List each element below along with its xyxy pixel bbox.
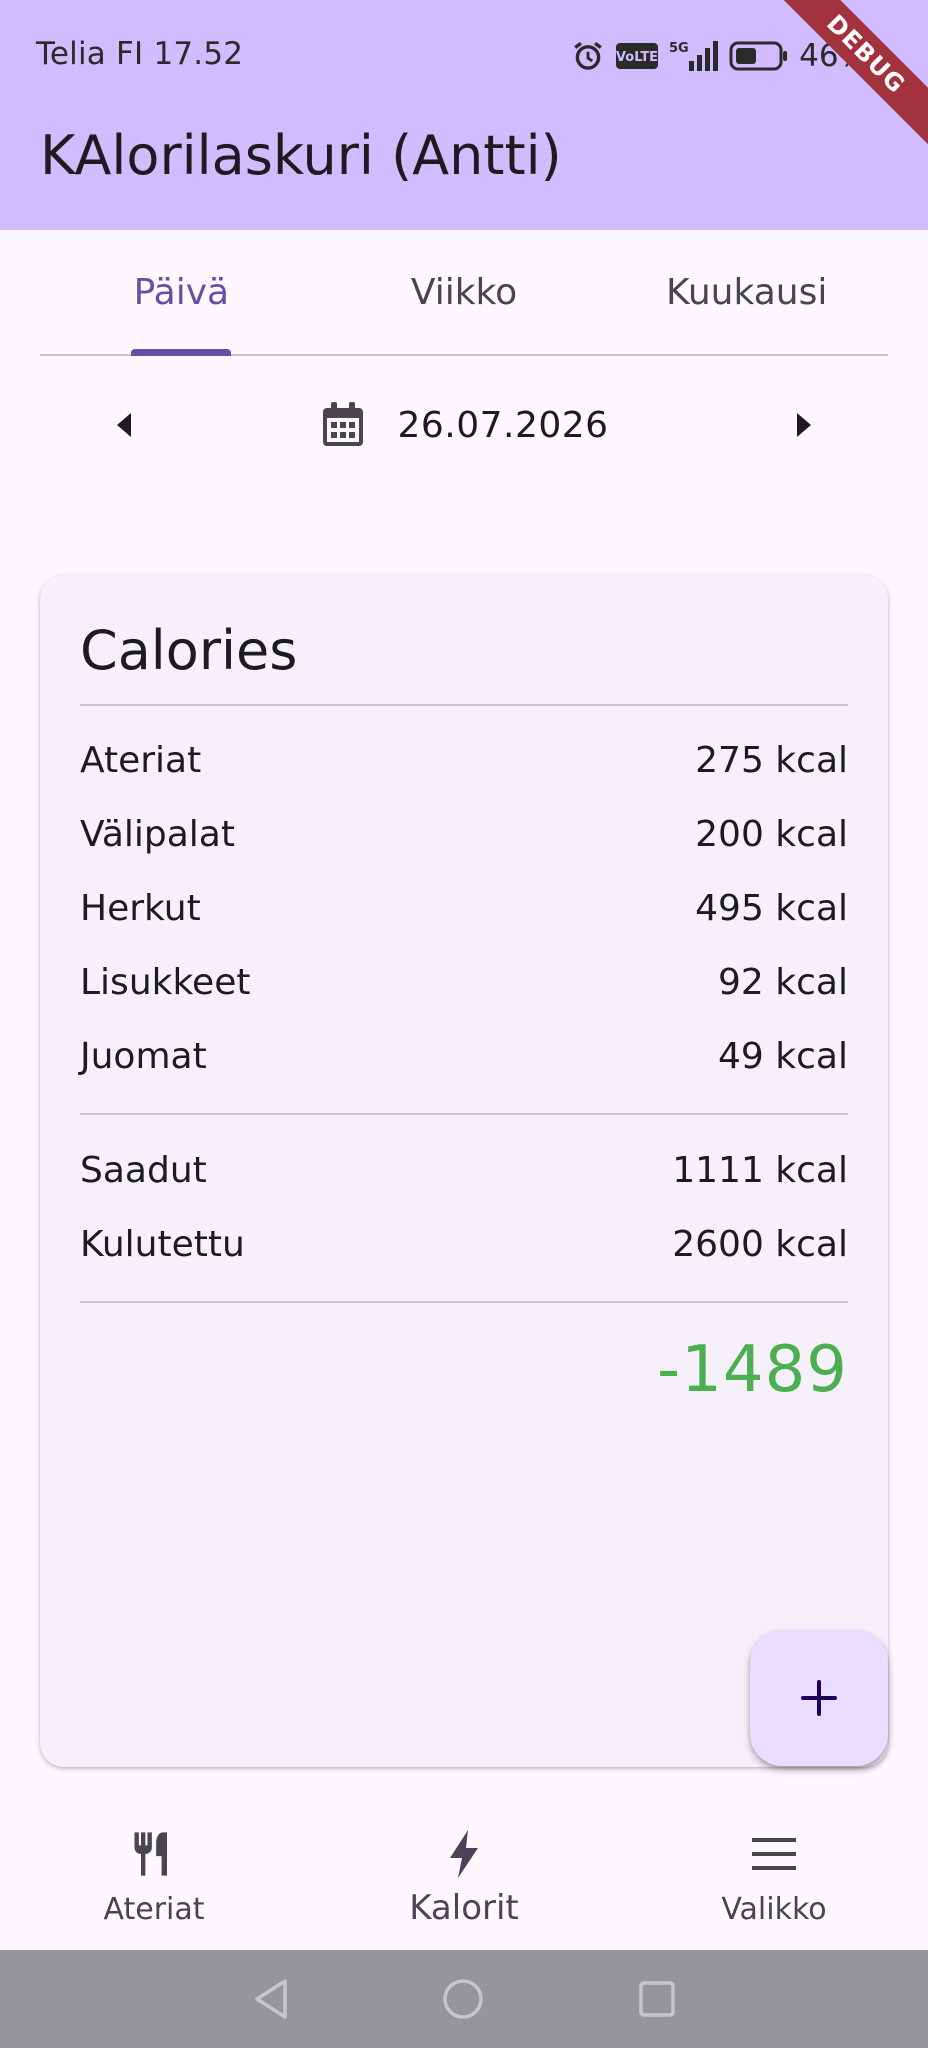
category-label: Ateriat xyxy=(80,739,202,781)
battery-percent: 46% xyxy=(799,38,868,74)
category-value: 495 kcal xyxy=(695,887,848,929)
summary-label: Kulutettu xyxy=(80,1223,245,1265)
category-value: 200 kcal xyxy=(695,813,848,855)
system-back-button[interactable] xyxy=(246,1974,296,2024)
svg-text:5G: 5G xyxy=(669,41,689,56)
status-bar: Telia FI 17.52 VoLTE 5G 46% xyxy=(0,0,928,110)
tab-viikko[interactable]: Viikko xyxy=(323,230,606,354)
category-row-ateriat: Ateriat 275 kcal xyxy=(80,730,848,790)
date-picker[interactable]: 26.07.2026 xyxy=(40,400,888,450)
divider xyxy=(80,1113,848,1115)
category-row-lisukkeet: Lisukkeet 92 kcal xyxy=(80,952,848,1012)
divider xyxy=(80,704,848,706)
page-title: KAlorilaskuri (Antti) xyxy=(40,124,562,187)
system-recents-button[interactable] xyxy=(632,1974,682,2024)
period-tabs: Päivä Viikko Kuukausi xyxy=(40,230,888,356)
back-icon xyxy=(255,1979,287,2019)
alarm-icon xyxy=(571,39,605,73)
screen: Telia FI 17.52 VoLTE 5G 46% KAlorilaskur… xyxy=(0,0,928,2048)
carrier-time: Telia FI 17.52 xyxy=(36,36,244,72)
signal-5g-icon: 5G xyxy=(669,39,719,73)
calorie-balance: -1489 xyxy=(657,1333,848,1407)
selected-date: 26.07.2026 xyxy=(397,404,609,446)
tab-label: Viikko xyxy=(410,271,518,313)
category-row-herkut: Herkut 495 kcal xyxy=(80,878,848,938)
tab-label: Kuukausi xyxy=(666,271,828,313)
tab-paiva[interactable]: Päivä xyxy=(40,230,323,356)
system-navigation-bar xyxy=(0,1950,928,2048)
status-icons: VoLTE 5G 46% xyxy=(571,36,868,76)
tab-indicator xyxy=(131,349,232,356)
volte-icon: VoLTE xyxy=(615,41,659,71)
category-label: Lisukkeet xyxy=(80,961,251,1003)
calories-card: Calories Ateriat 275 kcal Välipalat 200 … xyxy=(40,575,888,1767)
category-label: Välipalat xyxy=(80,813,235,855)
category-value: 275 kcal xyxy=(695,739,848,781)
category-row-valipalat: Välipalat 200 kcal xyxy=(80,804,848,864)
nav-item-valikko[interactable]: Valikko xyxy=(654,1800,894,1950)
tab-label: Päivä xyxy=(133,271,230,313)
nav-label: Kalorit xyxy=(409,1888,519,1928)
summary-value: 2600 kcal xyxy=(672,1223,848,1265)
nav-label: Ateriat xyxy=(103,1892,205,1927)
summary-row-saadut: Saadut 1111 kcal xyxy=(80,1140,848,1200)
menu-icon xyxy=(750,1826,798,1882)
battery-icon xyxy=(729,40,789,72)
app-bar: Telia FI 17.52 VoLTE 5G 46% KAlorilaskur… xyxy=(0,0,928,230)
date-navigator: 26.07.2026 xyxy=(40,380,888,470)
calendar-icon xyxy=(323,402,364,446)
svg-text:VoLTE: VoLTE xyxy=(616,50,658,65)
tab-kuukausi[interactable]: Kuukausi xyxy=(605,230,888,354)
divider xyxy=(80,1301,848,1303)
nav-item-ateriat[interactable]: Ateriat xyxy=(34,1800,274,1950)
summary-value: 1111 kcal xyxy=(672,1149,848,1191)
arrow-right-icon xyxy=(797,413,811,437)
add-entry-button[interactable] xyxy=(750,1630,888,1766)
category-label: Juomat xyxy=(80,1035,207,1077)
category-value: 49 kcal xyxy=(718,1035,848,1077)
category-row-juomat: Juomat 49 kcal xyxy=(80,1026,848,1086)
category-value: 92 kcal xyxy=(718,961,848,1003)
nav-item-kalorit[interactable]: Kalorit xyxy=(344,1800,584,1950)
bottom-navigation: Ateriat Kalorit Valikko xyxy=(0,1800,928,1950)
summary-label: Saadut xyxy=(80,1149,207,1191)
home-icon xyxy=(443,1979,483,2019)
category-label: Herkut xyxy=(80,887,201,929)
system-home-button[interactable] xyxy=(438,1974,488,2024)
recents-icon xyxy=(639,1981,675,2017)
next-date-button[interactable] xyxy=(778,400,828,450)
plus-icon xyxy=(801,1680,837,1716)
nav-label: Valikko xyxy=(721,1892,827,1927)
fork-knife-icon xyxy=(128,1826,180,1882)
card-title: Calories xyxy=(80,619,298,682)
summary-row-kulutettu: Kulutettu 2600 kcal xyxy=(80,1214,848,1274)
bolt-icon xyxy=(440,1826,488,1882)
